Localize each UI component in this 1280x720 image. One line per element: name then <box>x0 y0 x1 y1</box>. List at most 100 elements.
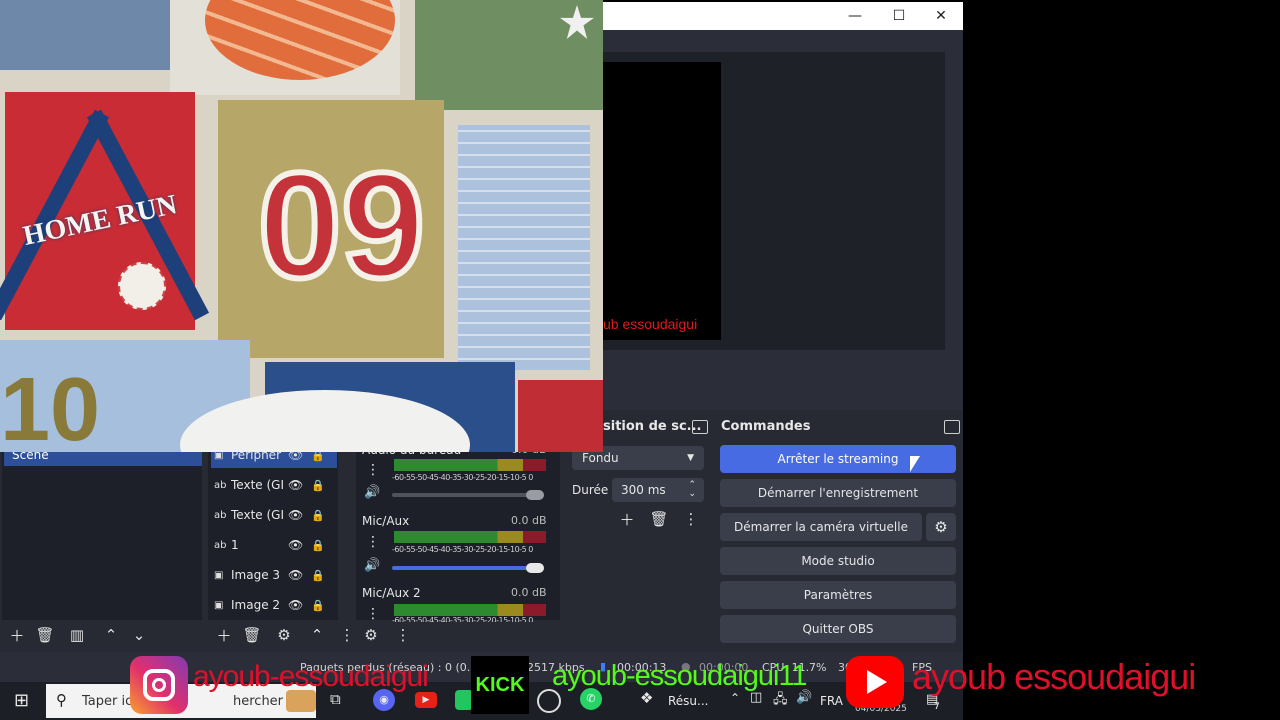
search-placeholder: Taper ic <box>82 694 133 709</box>
chevron-down-icon: ▼ <box>687 453 694 463</box>
obs-title-bar: — ☐ ✕ <box>603 2 963 30</box>
image-icon: ▣ <box>214 599 224 611</box>
add-transition-icon[interactable]: ＋ <box>616 508 638 530</box>
windows-start-icon[interactable]: ⊞ <box>14 690 29 711</box>
mouse-cursor-icon <box>910 456 920 472</box>
eye-icon[interactable]: 👁 <box>288 598 303 612</box>
source-settings-icon[interactable]: ⚙ <box>273 624 295 646</box>
text-icon: ab <box>214 509 227 521</box>
source-label: Texte (GI <box>231 478 284 492</box>
lock-icon[interactable]: 🔒 <box>311 509 325 522</box>
delete-scene-icon[interactable]: 🗑 <box>34 624 56 646</box>
controls-float-icon[interactable] <box>944 420 960 434</box>
move-down-icon[interactable]: ⌄ <box>128 624 150 646</box>
chevron-up-icon[interactable]: ⌃ <box>730 691 740 705</box>
studio-mode-button[interactable]: Mode studio <box>720 547 956 575</box>
lock-icon[interactable]: 🔒 <box>311 539 325 552</box>
lock-icon[interactable]: 🔒 <box>311 599 325 612</box>
youtube-app-icon[interactable]: ▶ <box>415 692 437 708</box>
mixer-channel-name: Mic/Aux <box>362 514 410 528</box>
stepper-icon: ⌃ ⌄ <box>688 480 696 499</box>
add-scene-icon[interactable]: ＋ <box>6 624 28 646</box>
volume-slider[interactable] <box>392 493 544 497</box>
tray-network-icon[interactable]: 🖧 <box>773 690 788 712</box>
source-up-icon[interactable]: ⌃ <box>306 624 328 646</box>
mixer-more-icon[interactable]: ⋮ <box>392 624 414 646</box>
start-virtual-camera-button[interactable]: Démarrer la caméra virtuelle <box>720 513 922 541</box>
instagram-icon <box>130 656 188 714</box>
mixer-channel-menu-icon[interactable]: ⋮ <box>366 533 380 551</box>
transition-more-icon[interactable]: ⋮ <box>680 508 702 530</box>
search-placeholder-rest: hercher <box>233 694 284 709</box>
youtube-handle: ayoub essoudaigui <box>912 656 1196 697</box>
scenes-panel <box>2 450 202 620</box>
delete-source-icon[interactable]: 🗑 <box>241 624 263 646</box>
duration-input[interactable]: 300 ms ⌃ ⌄ <box>612 478 704 502</box>
filter-scene-icon[interactable]: ▥ <box>66 624 88 646</box>
volume-meter <box>394 604 546 616</box>
instagram-handle: ayoub-essoudaigui <box>193 660 429 693</box>
mixer-channel-db: 0.0 dB <box>511 514 547 527</box>
eye-icon[interactable]: 👁 <box>288 508 303 522</box>
search-icon: ⚲ <box>56 691 67 709</box>
source-label: 1 <box>231 538 239 552</box>
eye-icon[interactable]: 👁 <box>288 478 303 492</box>
volume-meter <box>394 531 546 543</box>
preview-watermark: ub essoudaigui <box>603 316 698 332</box>
transition-type: Fondu <box>582 451 619 465</box>
notification-count: 7 <box>934 702 940 712</box>
add-source-icon[interactable]: ＋ <box>213 624 235 646</box>
close-button[interactable]: ✕ <box>919 2 963 30</box>
mixer-channel-menu-icon[interactable]: ⋮ <box>366 605 380 623</box>
volume-slider[interactable] <box>392 566 544 570</box>
text-icon: ab <box>214 479 227 491</box>
source-item[interactable]: ▣ Image 2 👁 🔒 <box>214 591 334 619</box>
eye-icon[interactable]: 👁 <box>288 538 303 552</box>
lock-icon[interactable]: 🔒 <box>311 479 325 492</box>
eye-icon[interactable]: 👁 <box>288 568 303 582</box>
transition-title: sition de sc... <box>603 419 702 434</box>
source-item[interactable]: ▣ Image 3 👁 🔒 <box>214 561 334 589</box>
duration-label: Durée <box>572 483 609 497</box>
speaker-icon[interactable]: 🔊 <box>364 558 380 573</box>
stop-streaming-button[interactable]: Arrêter le streaming <box>720 445 956 473</box>
exit-obs-button[interactable]: Quitter OBS <box>720 615 956 643</box>
volume-slider-knob[interactable] <box>526 563 544 573</box>
volume-slider-knob[interactable] <box>526 490 544 500</box>
delete-transition-icon[interactable]: 🗑 <box>648 508 670 530</box>
source-label: Image 3 <box>231 568 281 582</box>
preview-canvas[interactable] <box>603 62 721 340</box>
controls-title: Commandes <box>721 419 811 434</box>
transition-float-icon[interactable] <box>692 420 708 434</box>
source-label: Image 2 <box>231 598 281 612</box>
mixer-channel-db: 0.0 dB <box>511 586 547 599</box>
webcam-overlay: HOME RUN 09 10 <box>0 0 603 452</box>
start-recording-button[interactable]: Démarrer l'enregistrement <box>720 479 956 507</box>
meter-scale: -60-55-50-45-40-35-30-25-20-15-10-5 0 <box>392 473 533 482</box>
virtual-camera-settings-icon[interactable]: ⚙ <box>926 513 956 541</box>
duration-value: 300 ms <box>621 483 666 497</box>
source-label: Texte (GI <box>231 508 284 522</box>
lock-icon[interactable]: 🔒 <box>311 569 325 582</box>
source-item[interactable]: ab 1 👁 🔒 <box>214 531 334 559</box>
source-item[interactable]: ab Texte (GI 👁 🔒 <box>214 501 334 529</box>
kick-logo: KICK <box>471 656 529 714</box>
mixer-channel-menu-icon[interactable]: ⋮ <box>366 461 380 479</box>
meter-scale: -60-55-50-45-40-35-30-25-20-15-10-5 0 <box>392 616 533 622</box>
text-icon: ab <box>214 539 227 551</box>
volume-meter <box>394 459 546 471</box>
settings-button[interactable]: Paramètres <box>720 581 956 609</box>
maximize-button[interactable]: ☐ <box>877 2 921 30</box>
mixer-settings-icon[interactable]: ⚙ <box>360 624 382 646</box>
language-indicator[interactable]: FRA <box>820 694 843 708</box>
minimize-button[interactable]: — <box>833 2 877 30</box>
taskbar-app-label[interactable]: Résu... <box>668 694 708 708</box>
source-more-icon[interactable]: ⋮ <box>336 624 358 646</box>
source-item[interactable]: ab Texte (GI 👁 🔒 <box>214 471 334 499</box>
kick-handle: ayoub-essoudaigui11 <box>552 660 808 692</box>
speaker-icon[interactable]: 🔊 <box>364 485 380 500</box>
meter-scale: -60-55-50-45-40-35-30-25-20-15-10-5 0 <box>392 545 533 554</box>
jersey-number: 09 <box>255 141 428 309</box>
mixer-channel-name: Mic/Aux 2 <box>362 586 421 600</box>
move-up-icon[interactable]: ⌃ <box>100 624 122 646</box>
